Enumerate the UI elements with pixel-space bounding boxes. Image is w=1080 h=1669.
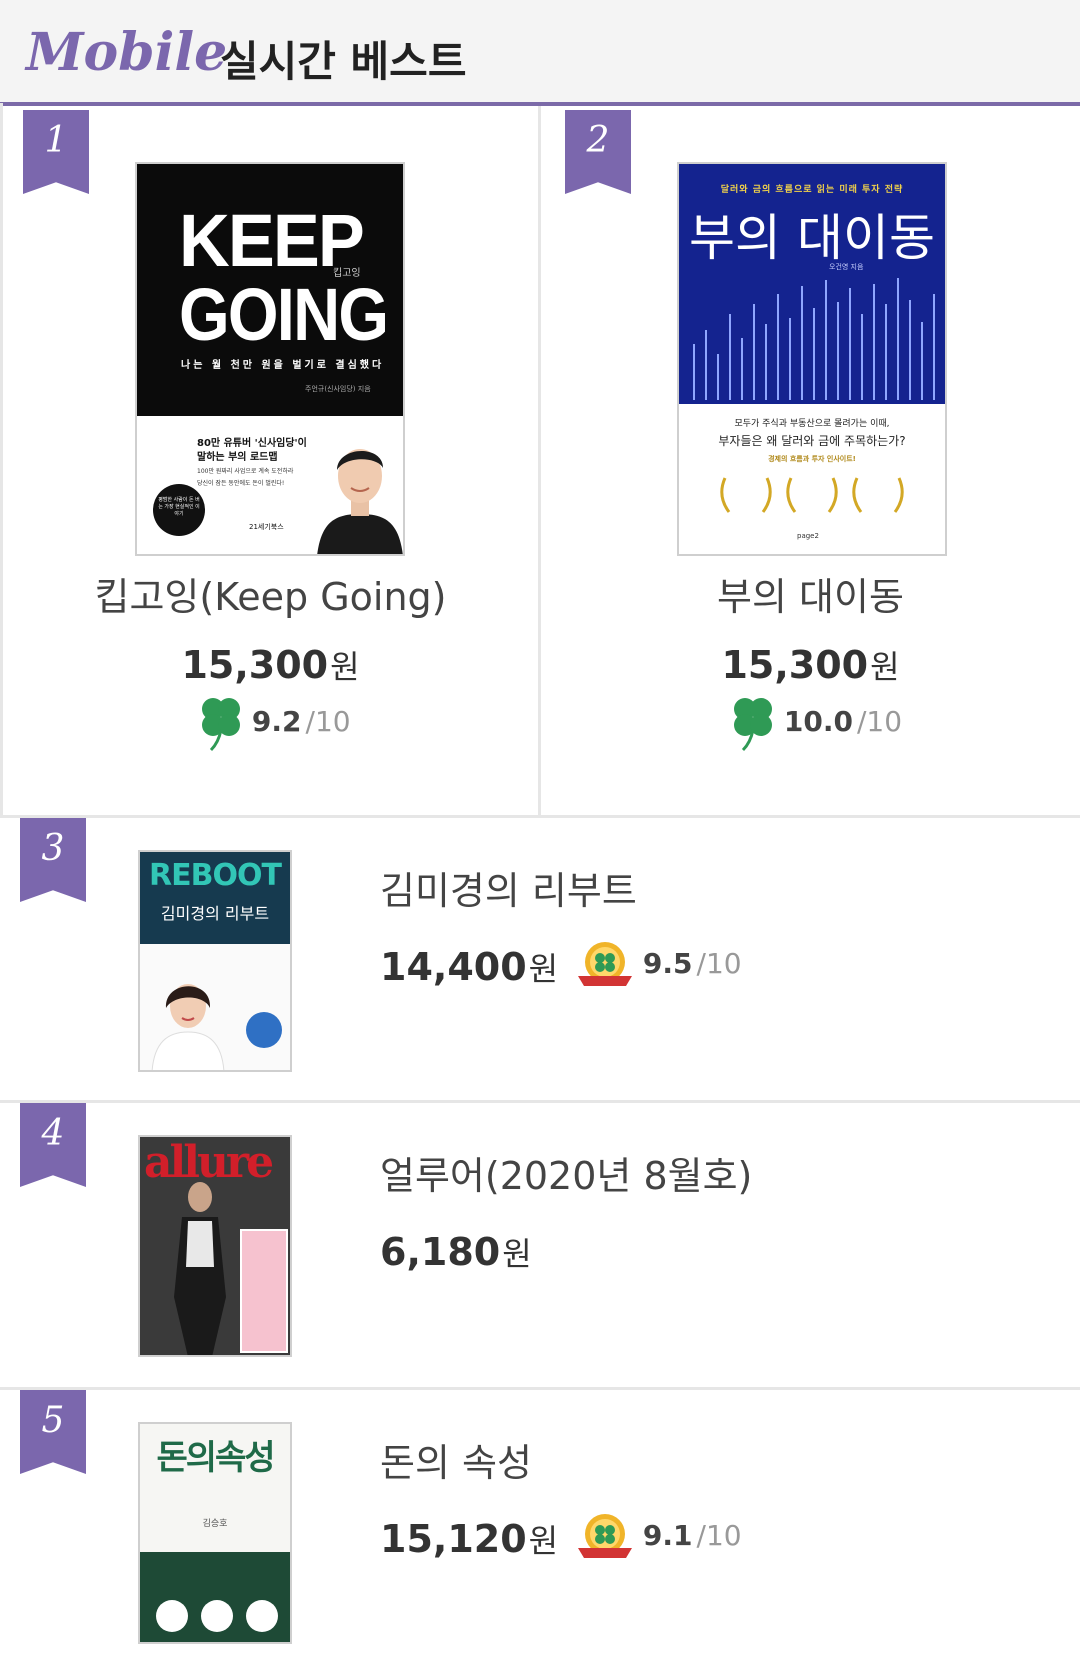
cover-bottom-green [140,1552,290,1642]
book-rating: 10.0/10 [731,694,902,752]
rating-score: 9.2 [251,705,302,738]
cover-side-product [240,1229,288,1353]
page-title: 실시간 베스트 [220,37,467,86]
cover-blurb1: 80만 유튜버 '신사임당'이 [197,438,307,449]
book-price: 15,300원 [541,642,1080,688]
rank-badge: 4 [20,1103,86,1187]
rating-max: /10 [305,705,351,738]
price-currency: 원 [870,648,900,686]
best-lucky-badge-icon [578,1514,632,1558]
rating-score: 10.0 [783,705,853,738]
book-cover-reboot[interactable]: REBOOT 김미경의 리부트 [138,850,292,1072]
book-rating: 9.5/10 [576,940,742,990]
price-value: 14,400 [380,945,527,989]
cover-author: 오건영 지음 [829,263,864,271]
rating-max: /10 [857,705,903,738]
book-row-5[interactable]: 5 돈의속성 김승호 돈의 속성 15,120원 9.1/10 [0,1390,1080,1669]
cover-headline: 돈의속성 [156,1438,275,1478]
book-title[interactable]: 킵고잉(Keep Going) [3,566,538,621]
cover-top-black: KEEP GOING 킵고잉 나는 월 천만 원을 벌기로 결심했다 주언규(신… [137,164,403,416]
clover-icon [734,698,772,752]
book-cover-allure[interactable]: allure [138,1135,292,1357]
binary-rain-graphic [693,278,935,400]
book-price: 15,300원 [3,642,538,688]
book-rating: 9.1/10 [576,1512,742,1562]
rating-score: 9.5 [642,947,693,980]
cover-round-badge: 평범한 사람이 돈 버는 가장 현실적인 이야기 [153,484,205,536]
book-title[interactable]: 부의 대이동 [541,566,1080,621]
book-price: 14,400원 [380,944,558,990]
rank-badge: 5 [20,1390,86,1474]
price-value: 15,300 [181,643,329,687]
cover-blurb3: 경제의 흐름과 투자 인사이트! [768,455,856,463]
book-price: 15,120원 [380,1516,558,1562]
price-value: 15,300 [721,643,869,687]
book-cover-money[interactable]: 돈의속성 김승호 [138,1422,292,1644]
cover-publisher: 21세기북스 [249,523,284,531]
cover-headline: 부의 대이동 [689,209,935,267]
book-title[interactable]: 김미경의 리부트 [380,860,637,915]
cover-author: 김승호 [202,1519,228,1529]
cover-blurb2: 부자들은 왜 달러와 금에 주목하는가? [718,434,906,448]
book-title[interactable]: 돈의 속성 [380,1432,532,1487]
book-card-2[interactable]: 2 달러와 금의 흐름으로 읽는 미래 투자 전략 부의 대이동 오건영 지음 … [541,110,1080,815]
rank-badge: 1 [23,110,89,194]
model-photo [174,1182,226,1355]
clover-icon [202,698,240,752]
cover-small-title: 킵고잉 [333,268,361,279]
brand-logo: Mobile [26,22,228,83]
rating-max: /10 [696,947,742,980]
book-cover-wealth-shift[interactable]: 달러와 금의 흐름으로 읽는 미래 투자 전략 부의 대이동 오건영 지음 모두… [677,162,947,556]
rank-badge: 2 [565,110,631,194]
book-cover-keep-going[interactable]: KEEP GOING 킵고잉 나는 월 천만 원을 벌기로 결심했다 주언규(신… [135,162,405,556]
cover-tagline: 나는 월 천만 원을 벌기로 결심했다 [181,360,385,371]
cover-headline: REBOOT [149,858,282,893]
cover-round-badge-text: 평범한 사람이 돈 버는 가장 현실적인 이야기 [158,497,200,517]
cover-blurb2: 말하는 부의 로드맵 [197,452,278,463]
book-title[interactable]: 얼루어(2020년 8월호) [380,1145,752,1200]
cover-sticker [246,1012,282,1048]
cover-publisher: page2 [797,532,819,540]
cover-blurb3: 100만 원짜리 사업으로 계속 도전하라 [197,468,294,475]
cover-top-blue: 달러와 금의 흐름으로 읽는 미래 투자 전략 부의 대이동 오건영 지음 [679,164,945,404]
book-row-3[interactable]: 3 REBOOT 김미경의 리부트 김미경의 리부트 14,400원 9.5/1… [0,818,1080,1100]
rating-score: 9.1 [642,1519,693,1552]
price-currency: 원 [502,1235,532,1273]
best-lucky-badge-icon [578,942,632,986]
price-currency: 원 [528,950,559,988]
cover-top-navy: REBOOT 김미경의 리부트 [140,852,290,944]
book-price: 6,180원 [380,1229,532,1275]
book-card-1[interactable]: 1 KEEP GOING 킵고잉 나는 월 천만 원을 벌기로 결심했다 주언규… [3,110,538,815]
price-value: 15,120 [380,1517,527,1561]
page-header: Mobile 실시간 베스트 [0,0,1080,106]
laurel-awards-graphic [720,477,904,513]
price-currency: 원 [330,648,360,686]
cover-line2: GOING [179,273,389,356]
cover-sub: 김미경의 리부트 [160,904,270,923]
cover-kicker: 달러와 금의 흐름으로 읽는 미래 투자 전략 [720,185,904,195]
cover-blurb1: 모두가 주식과 부동산으로 몰려가는 이때, [734,419,890,429]
rating-max: /10 [696,1519,742,1552]
price-currency: 원 [528,1522,559,1560]
cover-medals [156,1600,278,1632]
cover-author: 주언규(신사임당) 지음 [305,385,371,393]
price-value: 6,180 [380,1230,501,1274]
author-photo [317,449,403,554]
book-rating: 9.2/10 [199,694,351,752]
rank-badge: 3 [20,818,86,902]
cover-blurb4: 당신이 잠든 동안에도 돈이 벌린다! [197,480,285,487]
author-photo [151,984,225,1070]
book-row-4[interactable]: 4 allure 얼루어(2020년 8월호) 6,180원 [0,1103,1080,1387]
